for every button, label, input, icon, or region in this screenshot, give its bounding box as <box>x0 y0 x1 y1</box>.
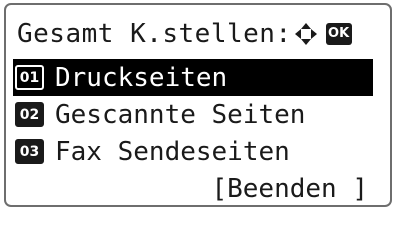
menu-item-fax-sendeseiten[interactable]: 03 Fax Sendeseiten <box>6 133 390 170</box>
menu-item-gescannte-seiten[interactable]: 02 Gescannte Seiten <box>6 96 390 133</box>
item-number-badge: 01 <box>15 65 44 90</box>
end-button[interactable]: [Beenden ] <box>211 174 368 204</box>
menu-item-label: Druckseiten <box>55 62 228 93</box>
menu-item-label: Gescannte Seiten <box>55 99 306 130</box>
menu-item-label: Fax Sendeseiten <box>55 136 290 167</box>
lcd-screen: Gesamt K.stellen: OK 01 Druckseiten 02 G… <box>4 3 392 207</box>
ok-icon: OK <box>325 22 352 45</box>
item-number-badge: 03 <box>15 139 44 164</box>
item-number-badge: 02 <box>15 102 44 127</box>
end-row: [Beenden ] <box>6 170 390 205</box>
screen-title: Gesamt K.stellen: <box>17 18 292 49</box>
four-way-arrows-icon <box>294 22 317 45</box>
screen-header: Gesamt K.stellen: OK <box>6 15 390 52</box>
menu-item-druckseiten[interactable]: 01 Druckseiten <box>13 59 373 96</box>
